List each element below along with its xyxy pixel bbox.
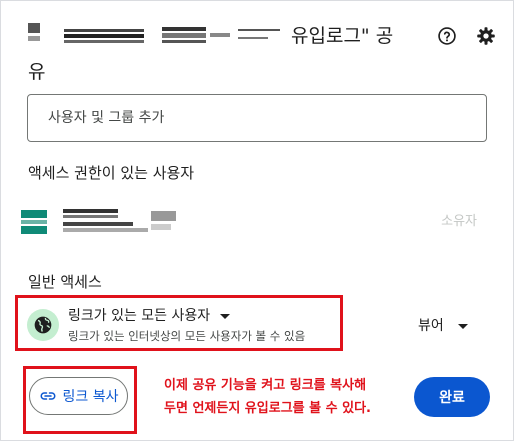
add-people-input[interactable]: [27, 94, 487, 142]
help-icon[interactable]: [434, 23, 460, 49]
share-dialog: 유입로그" 공 유 액세스 권한이 있는 사용자: [0, 0, 514, 441]
dialog-title-continued: 유: [28, 61, 46, 83]
link-icon: [40, 392, 55, 400]
annotation-line-2: 두면 언제든지 유입로그를 볼 수 있다.: [164, 401, 371, 416]
globe-icon: [27, 309, 59, 341]
general-access-value: 링크가 있는 모든 사용자: [68, 308, 211, 324]
general-access-description: 링크가 있는 인터넷상의 모든 사용자가 볼 수 있음: [68, 329, 306, 343]
copy-link-label: 링크 복사: [62, 389, 119, 405]
caret-down-icon: [220, 313, 231, 319]
people-with-access-heading: 액세스 권한이 있는 사용자: [28, 164, 195, 182]
avatar: [21, 208, 47, 236]
owner-role-label: 소유자: [441, 214, 477, 229]
role-dropdown[interactable]: 뷰어: [418, 315, 468, 335]
redacted-title: [28, 23, 288, 45]
dialog-title: 유입로그" 공: [291, 25, 394, 47]
owner-row[interactable]: 소유자: [21, 208, 491, 236]
general-access-heading: 일반 액세스: [28, 273, 102, 291]
owner-name-redacted: [51, 208, 181, 236]
role-value: 뷰어: [418, 318, 444, 334]
copy-link-button[interactable]: 링크 복사: [29, 377, 128, 415]
annotation-line-1: 이제 공유 기능을 켜고 링크를 복사해: [164, 378, 367, 393]
done-button[interactable]: 완료: [414, 377, 490, 417]
gear-icon[interactable]: [473, 23, 499, 49]
annotation-text: 이제 공유 기능을 켜고 링크를 복사해 두면 언제든지 유입로그를 볼 수 있…: [164, 374, 371, 420]
general-access-dropdown[interactable]: 링크가 있는 모든 사용자: [68, 305, 231, 325]
caret-down-icon: [457, 323, 468, 329]
